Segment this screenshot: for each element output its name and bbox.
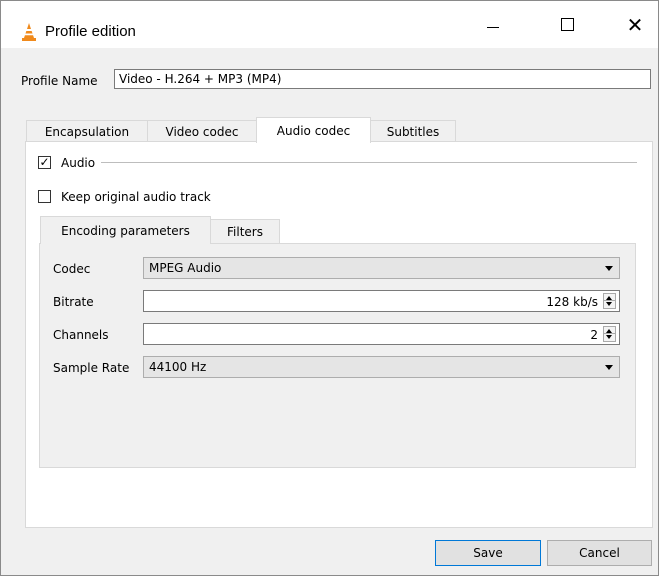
close-icon: ✕	[626, 12, 644, 37]
audio-checkbox-label: Audio	[61, 156, 96, 170]
window-title: Profile edition	[45, 23, 136, 40]
tab-filters[interactable]: Filters	[210, 219, 280, 243]
minimize-icon	[487, 27, 499, 28]
profile-name-input[interactable]: Video - H.264 + MP3 (MP4)	[114, 69, 651, 89]
profile-name-label: Profile Name	[21, 74, 98, 88]
tab-audio-codec[interactable]: Audio codec	[256, 117, 371, 143]
title-bar[interactable]: Profile edition ✕	[1, 1, 658, 48]
channels-stepper[interactable]	[603, 326, 616, 342]
minimize-button[interactable]	[470, 1, 516, 48]
codec-value: MPEG Audio	[149, 261, 222, 275]
bitrate-spinbox[interactable]: 128 kb/s	[143, 290, 620, 312]
channels-spinbox[interactable]: 2	[143, 323, 620, 345]
cancel-button[interactable]: Cancel	[547, 540, 652, 566]
tab-encapsulation[interactable]: Encapsulation	[26, 120, 148, 142]
checkmark-icon: ✓	[39, 155, 50, 169]
bitrate-label: Bitrate	[53, 295, 94, 309]
channels-label: Channels	[53, 328, 109, 342]
sample-rate-select[interactable]: 44100 Hz	[143, 356, 620, 378]
dropdown-arrow-icon	[605, 266, 613, 271]
sample-rate-value: 44100 Hz	[149, 360, 207, 374]
dropdown-arrow-icon	[605, 365, 613, 370]
sample-rate-label: Sample Rate	[53, 361, 130, 375]
close-button[interactable]: ✕	[612, 1, 658, 48]
bitrate-stepper[interactable]	[603, 293, 616, 309]
profile-edition-window: Profile edition ✕ Profile Name Video - H…	[0, 0, 659, 576]
spin-down-icon[interactable]	[606, 302, 612, 306]
codec-select[interactable]: MPEG Audio	[143, 257, 620, 279]
tab-subtitles[interactable]: Subtitles	[370, 120, 456, 142]
keep-original-checkbox[interactable]	[38, 190, 51, 203]
spin-down-icon[interactable]	[606, 335, 612, 339]
keep-original-label: Keep original audio track	[61, 190, 211, 204]
tab-encoding-parameters[interactable]: Encoding parameters	[40, 216, 211, 244]
codec-label: Codec	[53, 262, 91, 276]
tab-video-codec[interactable]: Video codec	[147, 120, 257, 142]
audio-checkbox[interactable]: ✓	[38, 156, 51, 169]
spin-divider	[604, 333, 615, 334]
spin-divider	[604, 300, 615, 301]
save-button[interactable]: Save	[435, 540, 541, 566]
bitrate-value: 128 kb/s	[546, 295, 598, 309]
vlc-cone-icon	[22, 23, 36, 41]
maximize-button[interactable]	[544, 1, 590, 48]
channels-value: 2	[590, 328, 598, 342]
group-divider	[101, 162, 637, 163]
maximize-icon	[560, 18, 574, 31]
